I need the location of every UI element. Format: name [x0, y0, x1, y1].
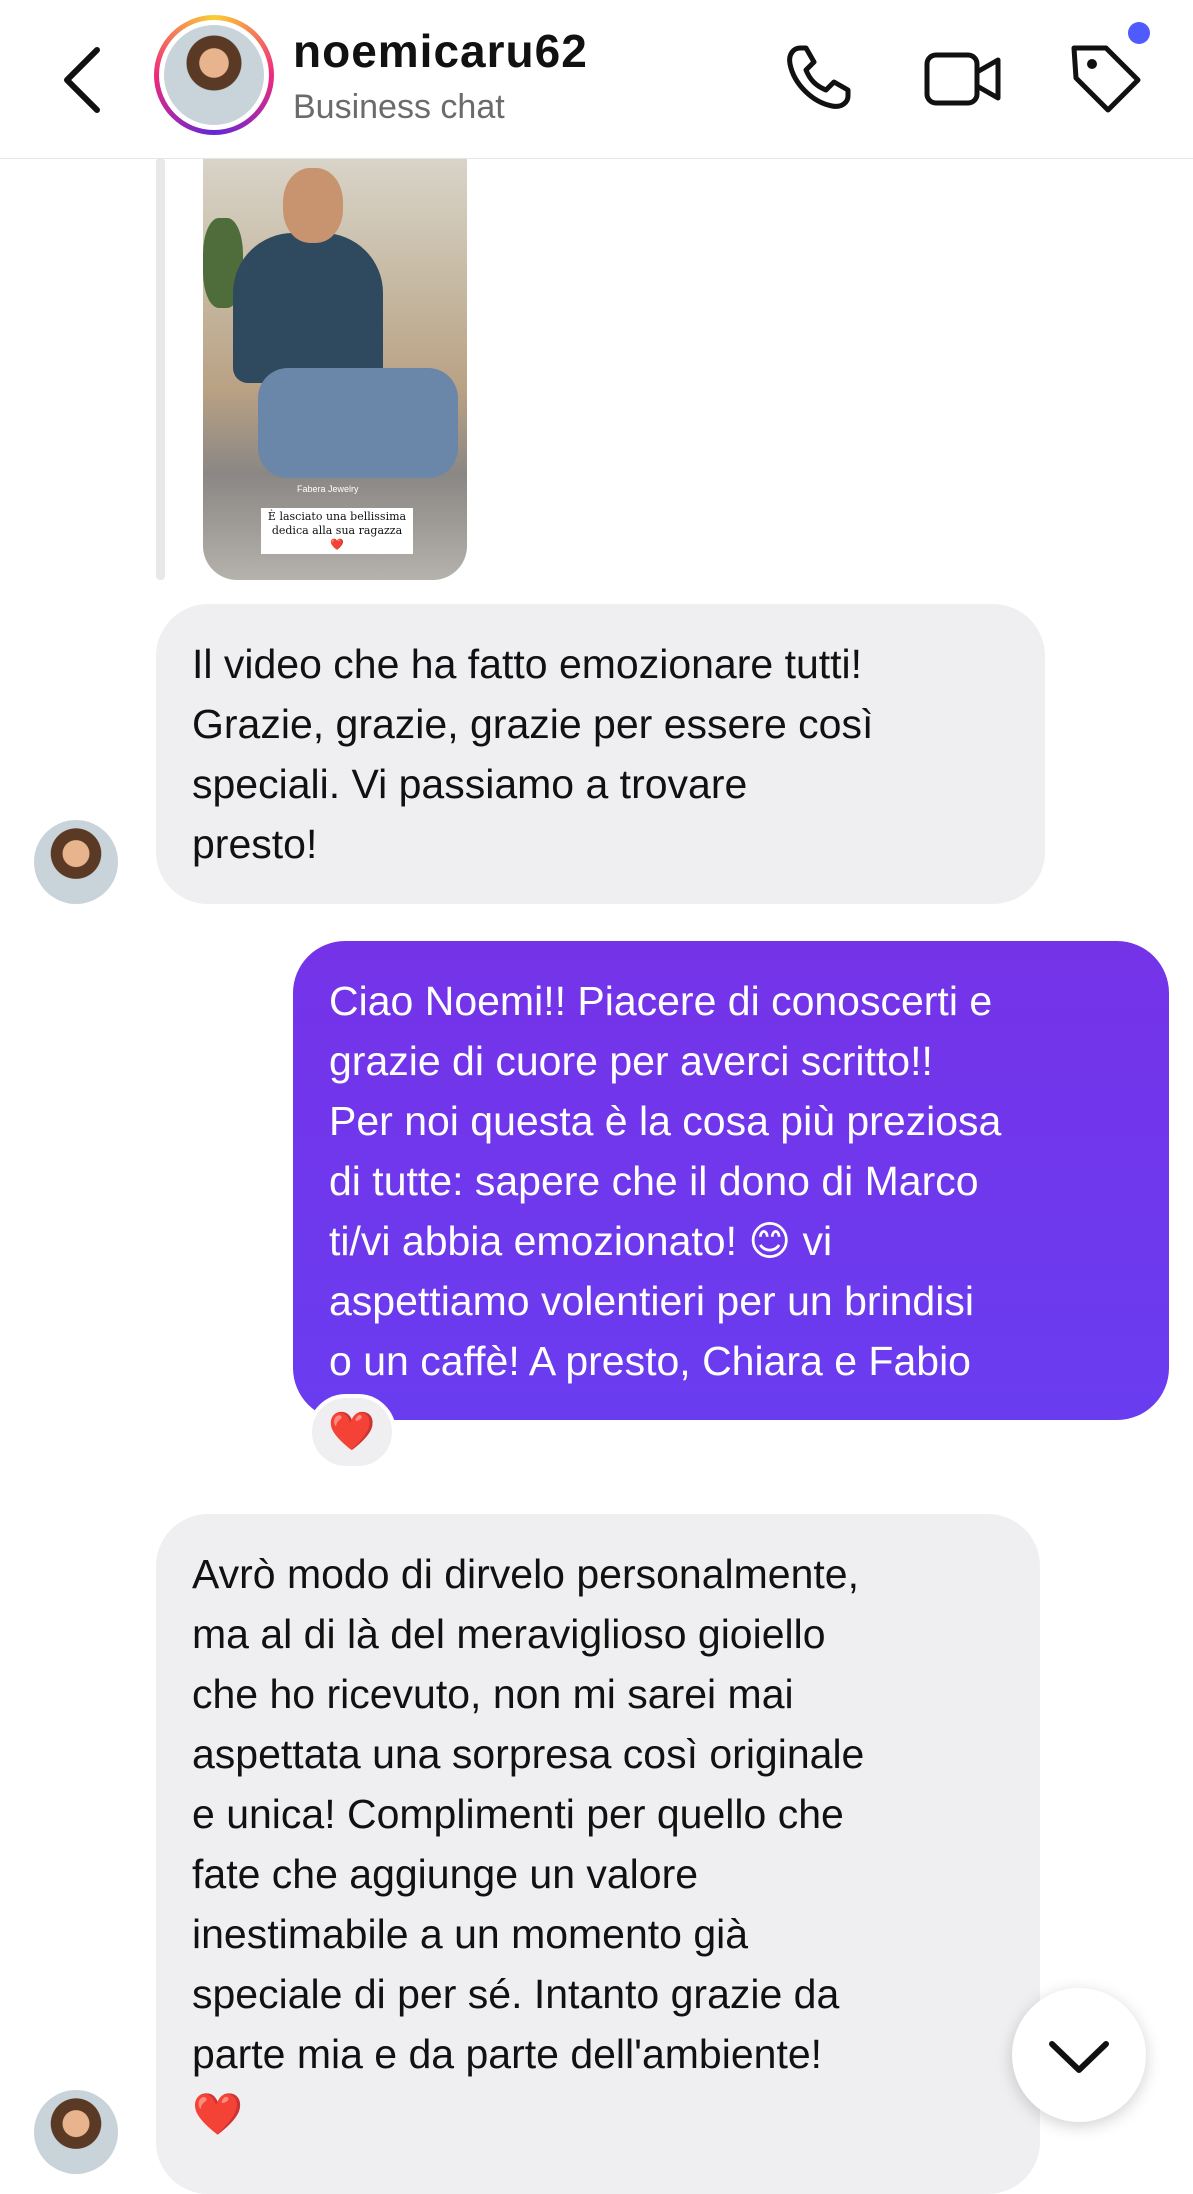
sender-avatar[interactable]	[34, 820, 118, 904]
back-button[interactable]	[55, 40, 115, 120]
scroll-to-bottom-button[interactable]	[1012, 1988, 1146, 2122]
reply-thread-line	[156, 158, 165, 580]
message-line: Per noi questa è la cosa più preziosa	[329, 1098, 1002, 1144]
message-line: Ciao Noemi!! Piacere di conoscerti e	[329, 978, 993, 1024]
avatar-photo	[164, 25, 264, 125]
chat-username[interactable]: noemicaru62	[293, 24, 588, 78]
outgoing-message-bubble[interactable]: Ciao Noemi!! Piacere di conoscerti e gra…	[293, 941, 1169, 1420]
message-line: inestimabile a un momento già	[192, 1911, 749, 1957]
message-line: e unica! Complimenti per quello che	[192, 1791, 844, 1837]
reel-caption: È lasciato una bellissima dedica alla su…	[261, 508, 413, 554]
incoming-message-bubble[interactable]: Avrò modo di dirvelo personalmente, ma a…	[156, 1514, 1040, 2194]
chevron-left-icon	[64, 47, 100, 113]
incoming-message-bubble[interactable]: Il video che ha fatto emozionare tutti! …	[156, 604, 1045, 904]
message-line: Grazie, grazie, grazie per essere così	[192, 701, 874, 747]
chat-header: noemicaru62 Business chat	[0, 0, 1193, 159]
message-line: speciali. Vi passiamo a trovare	[192, 761, 748, 807]
shared-reel-thumbnail[interactable]: Fabera Jewelry È lasciato una bellissima…	[203, 158, 467, 580]
tag-icon	[1071, 45, 1141, 113]
message-line: o un caffè! A presto, Chiara e Fabio	[329, 1338, 971, 1384]
heart-reaction[interactable]: ❤️	[308, 1394, 396, 1470]
message-line: presto!	[192, 821, 318, 867]
reel-location-tag: Fabera Jewelry	[297, 484, 359, 494]
chevron-down-icon	[1049, 2041, 1109, 2073]
message-line: di tutte: sapere che il dono di Marco	[329, 1158, 979, 1204]
message-line: Il video che ha fatto emozionare tutti!	[192, 641, 863, 687]
call-button[interactable]	[778, 38, 858, 118]
message-line: speciale di per sé. Intanto grazie da	[192, 1971, 840, 2017]
video-call-button[interactable]	[922, 38, 1002, 118]
message-line: ma al di là del meraviglioso gioiello	[192, 1611, 826, 1657]
message-line: aspettiamo volentieri per un brindisi	[329, 1278, 974, 1324]
profile-avatar[interactable]	[154, 15, 274, 135]
message-line: fate che aggiunge un valore	[192, 1851, 699, 1897]
message-line: grazie di cuore per averci scritto!!	[329, 1038, 933, 1084]
heart-icon: ❤️	[328, 1411, 376, 1453]
phone-icon	[787, 45, 851, 109]
label-button[interactable]	[1066, 38, 1146, 118]
message-line: parte mia e da parte dell'ambiente!	[192, 2031, 823, 2077]
message-line: Avrò modo di dirvelo personalmente,	[192, 1551, 859, 1597]
chat-subtitle: Business chat	[293, 88, 505, 126]
video-camera-icon	[924, 52, 1001, 106]
message-line: ❤️	[192, 2091, 244, 2137]
notification-dot	[1128, 22, 1150, 44]
message-line: ti/vi abbia emozionato! 😊 vi	[329, 1218, 833, 1264]
message-line: aspettata una sorpresa così originale	[192, 1731, 865, 1777]
sender-avatar[interactable]	[34, 2090, 118, 2174]
message-line: che ho ricevuto, non mi sarei mai	[192, 1671, 794, 1717]
